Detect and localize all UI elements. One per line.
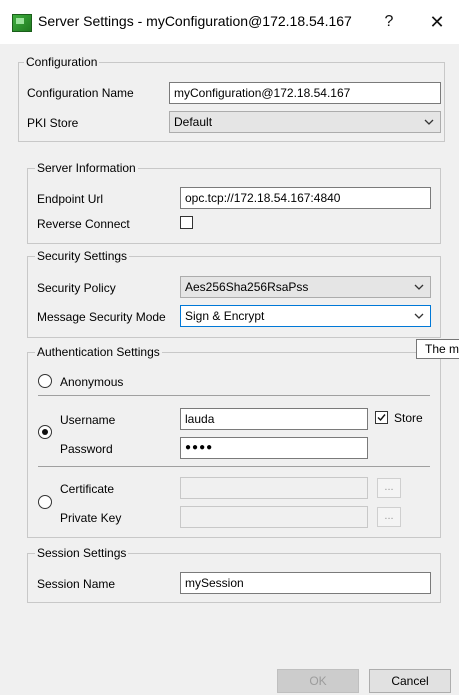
configuration-name-label: Configuration Name — [27, 86, 134, 100]
session-settings-group-title: Session Settings — [35, 546, 129, 560]
authentication-settings-group-title: Authentication Settings — [35, 345, 162, 359]
cancel-button[interactable]: Cancel — [369, 669, 451, 693]
private-key-label: Private Key — [60, 511, 122, 525]
title-bar: Server Settings - myConfiguration@172.18… — [0, 0, 459, 44]
message-security-mode-value: Sign & Encrypt — [185, 309, 265, 323]
server-information-group-title: Server Information — [35, 161, 138, 175]
auth-separator-2 — [38, 466, 430, 467]
tooltip: The m — [416, 339, 459, 359]
endpoint-url-label: Endpoint Url — [37, 192, 104, 206]
password-label: Password — [60, 442, 113, 456]
checkmark-icon — [377, 414, 386, 422]
endpoint-url-input[interactable]: opc.tcp://172.18.54.167:4840 — [180, 187, 431, 209]
anonymous-label: Anonymous — [60, 375, 124, 389]
reverse-connect-checkbox[interactable] — [180, 216, 193, 229]
password-input[interactable]: ●●●● — [180, 437, 368, 459]
security-policy-select[interactable]: Aes256Sha256RsaPss — [180, 276, 431, 298]
ok-button[interactable]: OK — [277, 669, 359, 693]
help-button[interactable]: ? — [374, 8, 404, 36]
chevron-down-icon — [414, 284, 424, 290]
certificate-browse-button[interactable]: ... — [377, 478, 401, 498]
pki-store-select[interactable]: Default — [169, 111, 441, 133]
app-icon — [12, 14, 32, 32]
chevron-down-icon — [424, 119, 434, 125]
configuration-group-title: Configuration — [24, 55, 100, 69]
security-settings-group-title: Security Settings — [35, 249, 130, 263]
configuration-name-input[interactable]: myConfiguration@172.18.54.167 — [169, 82, 441, 104]
reverse-connect-label: Reverse Connect — [37, 217, 130, 231]
certificate-input — [180, 477, 368, 499]
window-title: Server Settings - myConfiguration@172.18… — [38, 13, 352, 29]
message-security-mode-label: Message Security Mode — [37, 310, 166, 324]
username-radio[interactable] — [38, 425, 52, 439]
store-checkbox[interactable] — [375, 411, 388, 424]
private-key-input — [180, 506, 368, 528]
session-name-input[interactable]: mySession — [180, 572, 431, 594]
private-key-browse-button[interactable]: ... — [377, 507, 401, 527]
pki-store-label: PKI Store — [27, 116, 79, 130]
security-policy-value: Aes256Sha256RsaPss — [185, 280, 309, 294]
anonymous-radio[interactable] — [38, 374, 52, 388]
message-security-mode-select[interactable]: Sign & Encrypt — [180, 305, 431, 327]
chevron-down-icon — [414, 313, 424, 319]
pki-store-value: Default — [174, 115, 213, 129]
certificate-label: Certificate — [60, 482, 115, 496]
username-input[interactable]: lauda — [180, 408, 368, 430]
username-label: Username — [60, 413, 116, 427]
close-button[interactable]: ✕ — [422, 8, 452, 36]
auth-separator-1 — [38, 395, 430, 396]
security-policy-label: Security Policy — [37, 281, 116, 295]
session-name-label: Session Name — [37, 577, 116, 591]
certificate-radio[interactable] — [38, 495, 52, 509]
store-label: Store — [394, 411, 423, 425]
